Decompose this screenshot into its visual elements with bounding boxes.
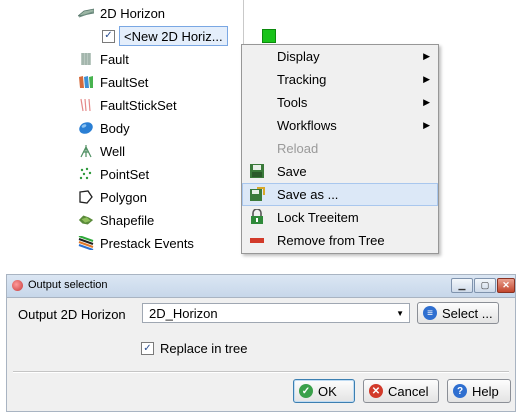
output-selection-dialog: Output selection ▁ ▢ ✕ Output 2D Horizon… <box>6 274 516 412</box>
tree-item-fault[interactable]: Fault <box>78 48 129 70</box>
menu-item-display[interactable]: Display ▶ <box>242 45 438 68</box>
tree-item-label: 2D Horizon <box>100 5 166 21</box>
tree-item-faultset[interactable]: FaultSet <box>78 71 148 93</box>
menu-item-reload[interactable]: Reload <box>242 137 438 160</box>
select-icon: ≡ <box>423 306 437 320</box>
ok-icon: ✓ <box>299 384 313 398</box>
dialog-titlebar[interactable]: Output selection ▁ ▢ ✕ <box>7 275 515 298</box>
color-swatch <box>262 29 276 43</box>
separator <box>13 371 509 373</box>
tree-item-label: Well <box>100 143 126 159</box>
select-button[interactable]: ≡ Select ... <box>417 302 499 324</box>
menu-item-save[interactable]: Save <box>242 160 438 183</box>
lock-icon <box>249 208 265 225</box>
menu-item-label: Save <box>277 164 307 179</box>
cancel-icon: ✕ <box>369 384 383 398</box>
menu-item-label: Workflows <box>277 118 337 133</box>
help-icon: ? <box>453 384 467 398</box>
menu-item-label: Save as ... <box>277 187 339 202</box>
minimize-icon: ▁ <box>458 280 466 290</box>
horizon-2d-icon <box>78 5 94 21</box>
remove-icon <box>249 232 265 248</box>
faultset-icon <box>78 74 94 90</box>
body-icon <box>78 120 94 136</box>
submenu-arrow-icon: ▶ <box>423 97 430 107</box>
tree-item-new-2d-horizon[interactable]: ✓ <New 2D Horiz... <box>102 26 228 46</box>
menu-item-remove-from-tree[interactable]: Remove from Tree <box>242 229 438 252</box>
shapefile-icon <box>78 212 94 228</box>
faultstickset-icon <box>78 97 94 113</box>
close-button[interactable]: ✕ <box>497 278 515 293</box>
replace-in-tree-checkbox[interactable]: ✓ <box>141 342 154 355</box>
maximize-icon: ▢ <box>480 280 490 290</box>
save-icon <box>249 163 265 179</box>
submenu-arrow-icon: ▶ <box>423 120 430 130</box>
tree-item-pointset[interactable]: PointSet <box>78 163 149 185</box>
output-combobox[interactable]: 2D_Horizon ▼ <box>142 303 410 323</box>
menu-item-label: Tracking <box>277 72 327 87</box>
submenu-arrow-icon: ▶ <box>423 74 430 84</box>
help-button[interactable]: ? Help <box>447 379 511 403</box>
menu-item-save-as[interactable]: Save as ... <box>242 183 438 206</box>
tree-item-shapefile[interactable]: Shapefile <box>78 209 154 231</box>
menu-item-workflows[interactable]: Workflows ▶ <box>242 114 438 137</box>
submenu-arrow-icon: ▶ <box>423 51 430 61</box>
tree-item-label: Fault <box>100 51 129 67</box>
select-button-label: Select ... <box>442 305 493 321</box>
new-2d-horizon-label: <New 2D Horiz... <box>119 26 228 46</box>
context-menu: Display ▶ Tracking ▶ Tools ▶ Workflows ▶… <box>241 44 439 254</box>
save-as-icon <box>249 186 265 202</box>
fault-icon <box>78 51 94 67</box>
menu-item-label: Display <box>277 49 320 64</box>
output-label: Output 2D Horizon <box>18 307 126 322</box>
tree-item-prestack-events[interactable]: Prestack Events <box>78 232 194 254</box>
prestack-events-icon <box>78 235 94 251</box>
tree-item-label: Shapefile <box>100 212 155 228</box>
close-icon: ✕ <box>502 280 510 290</box>
tree-item-well[interactable]: Well <box>78 140 125 162</box>
visibility-checkbox[interactable]: ✓ <box>102 29 115 43</box>
tree-item-body[interactable]: Body <box>78 117 130 139</box>
tree-item-label: Polygon <box>100 189 147 205</box>
app-icon <box>12 280 23 291</box>
menu-item-lock-treeitem[interactable]: Lock Treeitem <box>242 206 438 229</box>
tree-item-faultstickset[interactable]: FaultStickSet <box>78 94 177 116</box>
menu-item-label: Reload <box>277 141 319 156</box>
dropdown-arrow-icon[interactable]: ▼ <box>396 309 404 318</box>
tree-item-label: Body <box>100 120 130 136</box>
tree-item-polygon[interactable]: Polygon <box>78 186 147 208</box>
menu-item-tracking[interactable]: Tracking ▶ <box>242 68 438 91</box>
replace-in-tree-option[interactable]: ✓ Replace in tree <box>141 341 247 356</box>
menu-item-label: Remove from Tree <box>277 233 385 248</box>
cancel-button-label: Cancel <box>388 383 429 399</box>
menu-item-label: Tools <box>277 95 308 110</box>
pointset-icon <box>78 166 94 182</box>
ok-button-label: OK <box>318 383 337 399</box>
tree-item-label: PointSet <box>100 166 150 182</box>
ok-button[interactable]: ✓ OK <box>293 379 355 403</box>
help-button-label: Help <box>472 383 499 399</box>
minimize-button[interactable]: ▁ <box>451 278 473 293</box>
cancel-button[interactable]: ✕ Cancel <box>363 379 439 403</box>
menu-item-label: Lock Treeitem <box>277 210 359 225</box>
tree-item-2d-horizon[interactable]: 2D Horizon <box>78 2 165 24</box>
well-icon <box>78 143 94 159</box>
menu-item-tools[interactable]: Tools ▶ <box>242 91 438 114</box>
output-value: 2D_Horizon <box>149 306 218 321</box>
polygon-icon <box>78 189 94 205</box>
tree-item-label: Prestack Events <box>100 235 194 251</box>
replace-in-tree-label: Replace in tree <box>160 341 248 356</box>
tree-item-label: FaultStickSet <box>100 97 177 113</box>
dialog-title: Output selection <box>28 279 108 291</box>
maximize-button[interactable]: ▢ <box>474 278 496 293</box>
tree-item-label: FaultSet <box>100 74 149 90</box>
